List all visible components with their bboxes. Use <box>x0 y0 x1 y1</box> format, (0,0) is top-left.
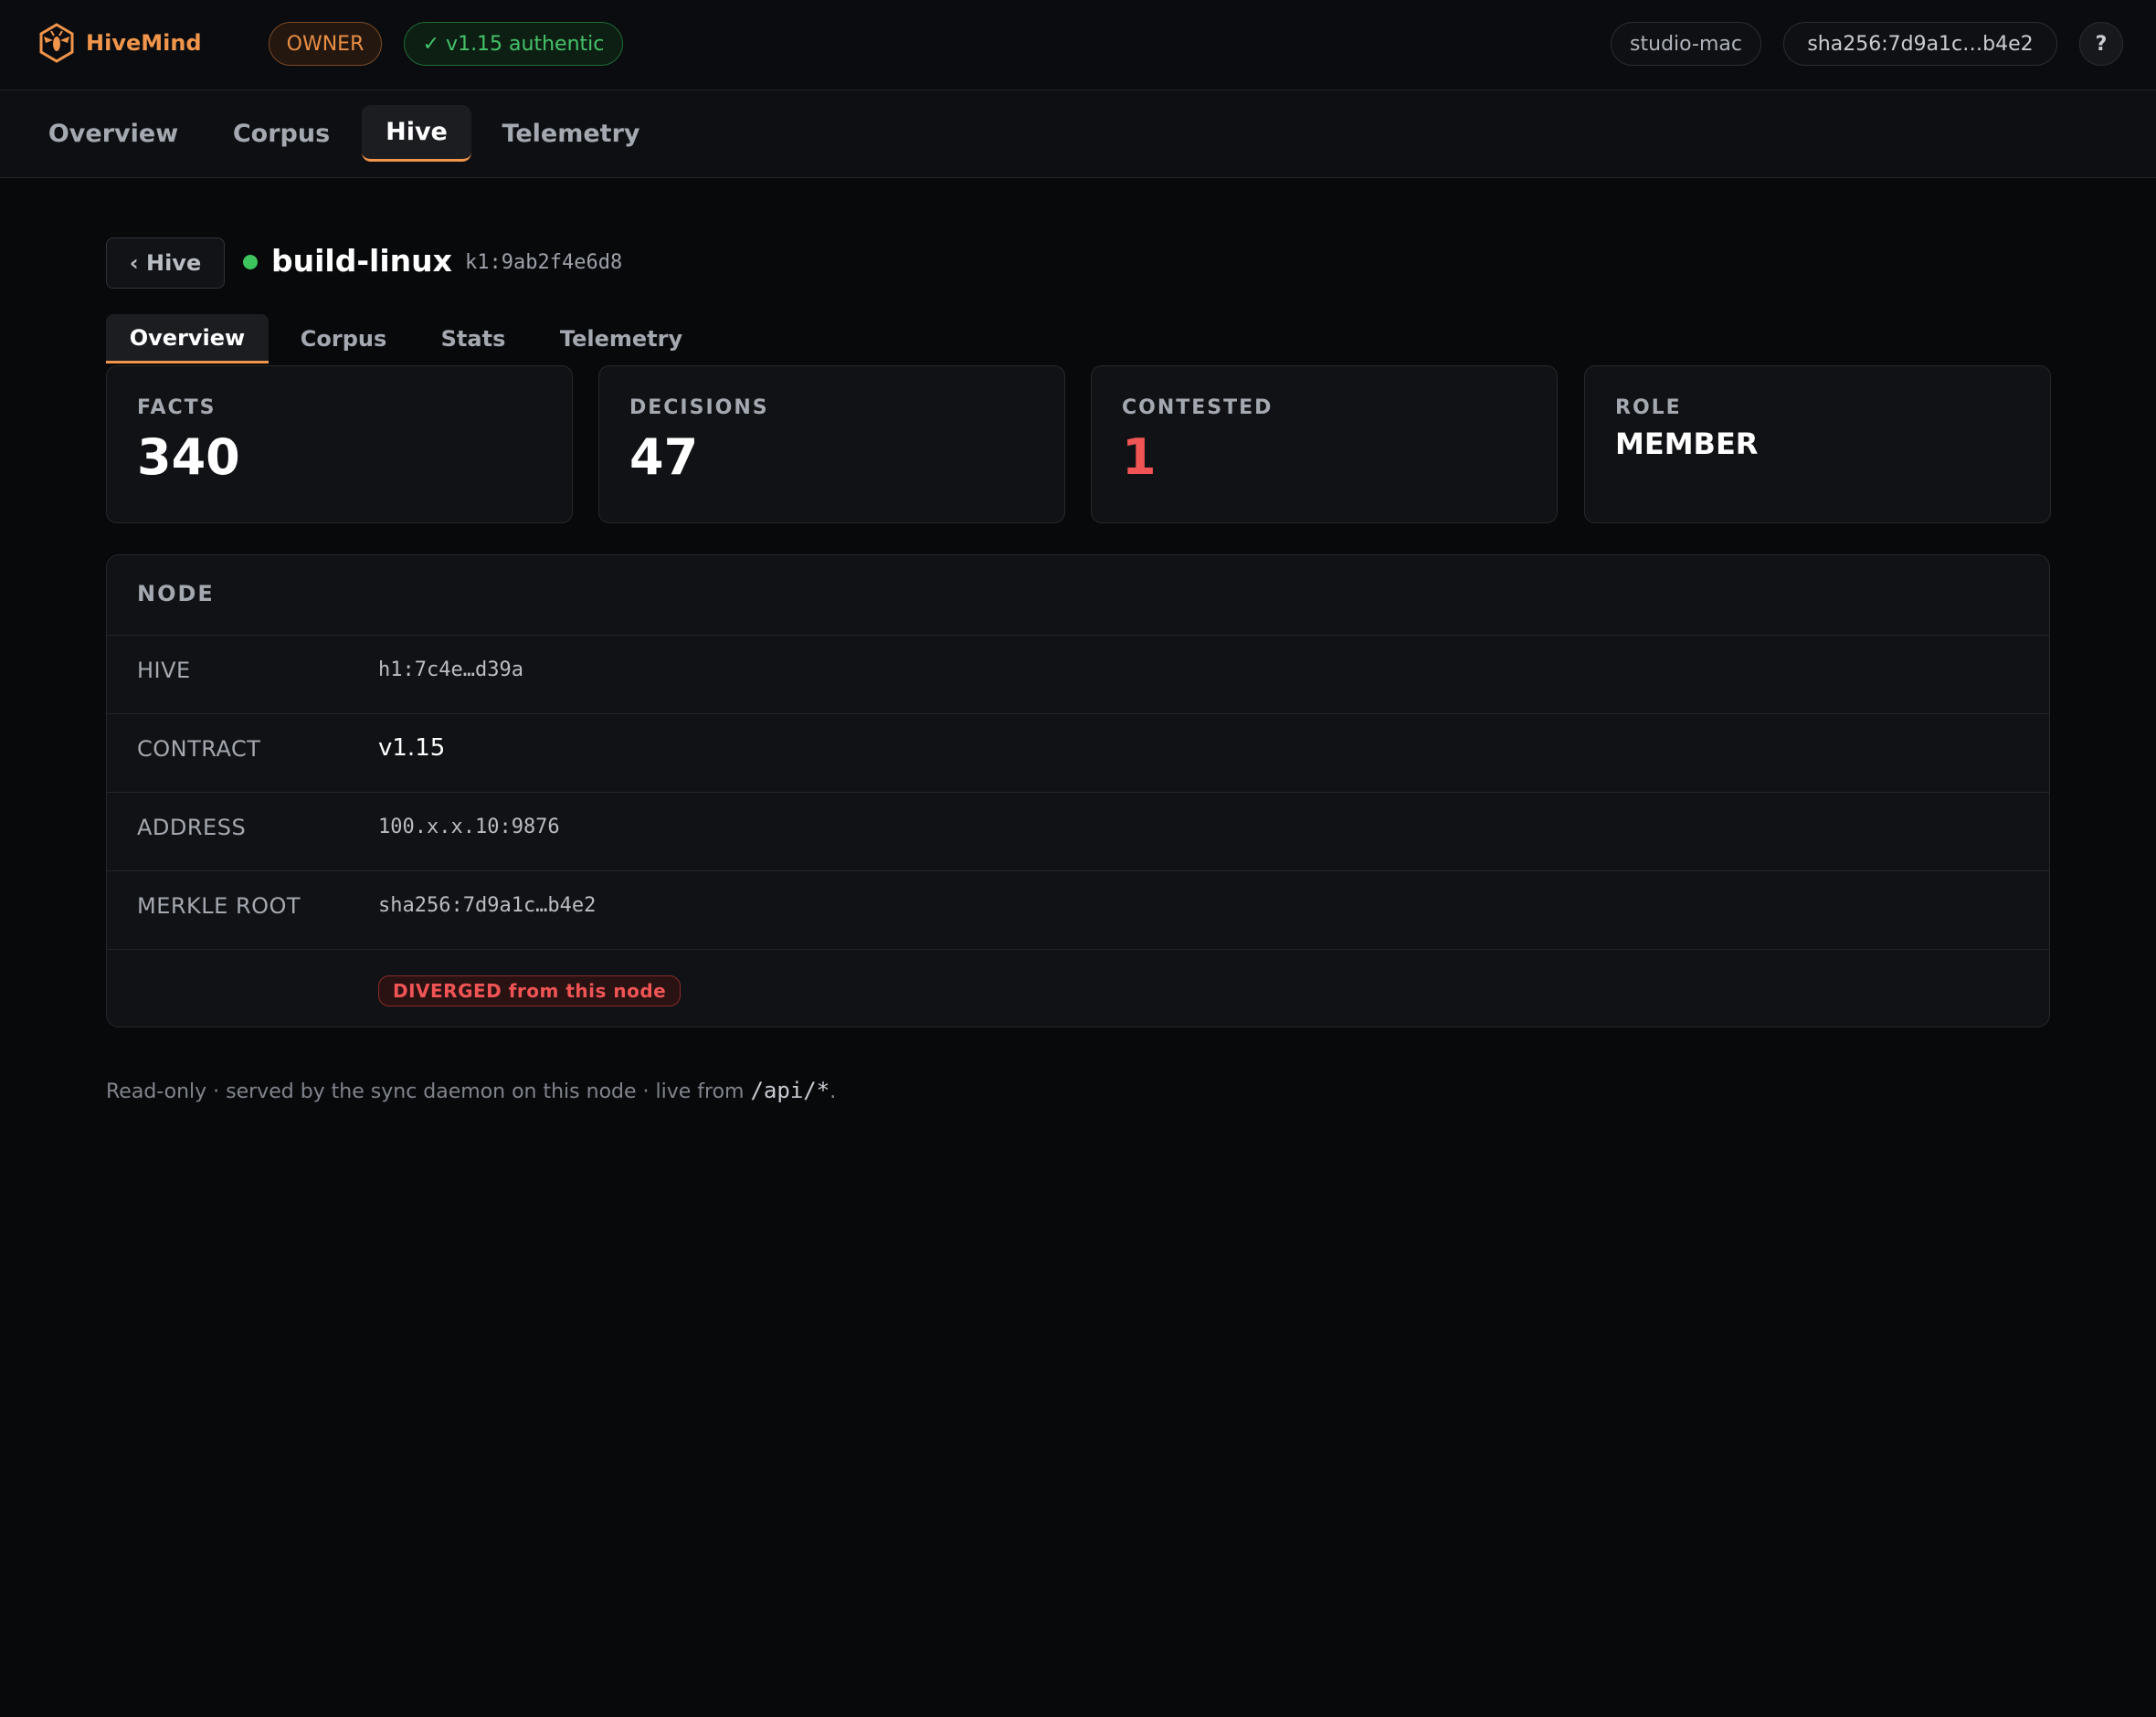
main-tab-corpus[interactable]: Corpus <box>216 105 347 162</box>
tab-corpus[interactable]: Corpus <box>283 314 404 363</box>
tab-overview[interactable]: Overview <box>106 314 269 363</box>
row-label: MERKLE ROOT <box>137 893 301 919</box>
row-value: v1.15 <box>378 734 446 762</box>
bee-hexagon-icon <box>39 23 74 63</box>
row-label: ADDRESS <box>137 815 247 840</box>
auth-badge: ✓ v1.15 authentic <box>404 22 623 66</box>
stat-card-decisions: DECISIONS 47 <box>598 365 1065 523</box>
panel-title: NODE <box>137 581 215 606</box>
stat-label: CONTESTED <box>1122 396 1274 419</box>
row-value: h1:7c4e…d39a <box>378 658 523 681</box>
row-value: 100.x.x.10:9876 <box>378 816 560 838</box>
main-tab-telemetry[interactable]: Telemetry <box>488 105 654 162</box>
row-label: CONTRACT <box>137 736 261 762</box>
node-key: k1:9ab2f4e6d8 <box>465 250 623 274</box>
footer-note: Read-only · served by the sync daemon on… <box>106 1078 836 1103</box>
stat-value: 47 <box>629 428 699 486</box>
stat-value: 1 <box>1122 428 1157 486</box>
stat-label: DECISIONS <box>629 396 769 419</box>
page-title: build-linux <box>271 242 452 279</box>
status-dot <box>243 255 258 269</box>
node-panel: NODE HIVE h1:7c4e…d39a CONTRACT v1.15 AD… <box>106 554 2050 1027</box>
stat-card-facts: FACTS 340 <box>106 365 573 523</box>
detail-row-divergence: DIVERGED from this node <box>107 949 2049 1027</box>
footer-api-path: /api/* <box>750 1078 830 1103</box>
role-badge: OWNER <box>269 22 382 66</box>
footer-end: . <box>830 1080 837 1103</box>
footer-text: Read-only · served by the sync daemon on… <box>106 1080 751 1103</box>
top-bar: HiveMind OWNER ✓ v1.15 authentic studio-… <box>0 0 2156 90</box>
detail-row-contract: CONTRACT v1.15 <box>107 713 2049 792</box>
brand-name: HiveMind <box>86 30 202 56</box>
stat-label: FACTS <box>137 396 217 419</box>
stat-card-role: ROLE MEMBER <box>1584 365 2051 523</box>
row-label: HIVE <box>137 658 191 683</box>
detail-row-hive: HIVE h1:7c4e…d39a <box>107 635 2049 713</box>
stat-label: ROLE <box>1615 396 1682 419</box>
main-tab-overview[interactable]: Overview <box>33 105 194 162</box>
hash-pill[interactable]: sha256:7d9a1c…b4e2 <box>1783 22 2057 66</box>
host-pill[interactable]: studio-mac <box>1611 22 1761 66</box>
diverged-badge: DIVERGED from this node <box>378 975 682 1006</box>
brand[interactable]: HiveMind <box>38 23 202 63</box>
help-button[interactable]: ? <box>2079 22 2123 66</box>
tab-telemetry[interactable]: Telemetry <box>544 314 698 363</box>
detail-row-address: ADDRESS 100.x.x.10:9876 <box>107 792 2049 870</box>
stat-value: 340 <box>137 428 240 486</box>
main-nav: Overview Corpus Hive Telemetry <box>0 90 2156 178</box>
stat-value: MEMBER <box>1615 427 1759 461</box>
main-tab-hive[interactable]: Hive <box>362 105 471 162</box>
row-value: sha256:7d9a1c…b4e2 <box>378 894 597 917</box>
tab-stats[interactable]: Stats <box>424 314 523 363</box>
back-to-hive-button[interactable]: ‹ Hive <box>106 237 225 289</box>
detail-row-merkle-root: MERKLE ROOT sha256:7d9a1c…b4e2 <box>107 870 2049 949</box>
stat-card-contested: CONTESTED 1 <box>1091 365 1558 523</box>
